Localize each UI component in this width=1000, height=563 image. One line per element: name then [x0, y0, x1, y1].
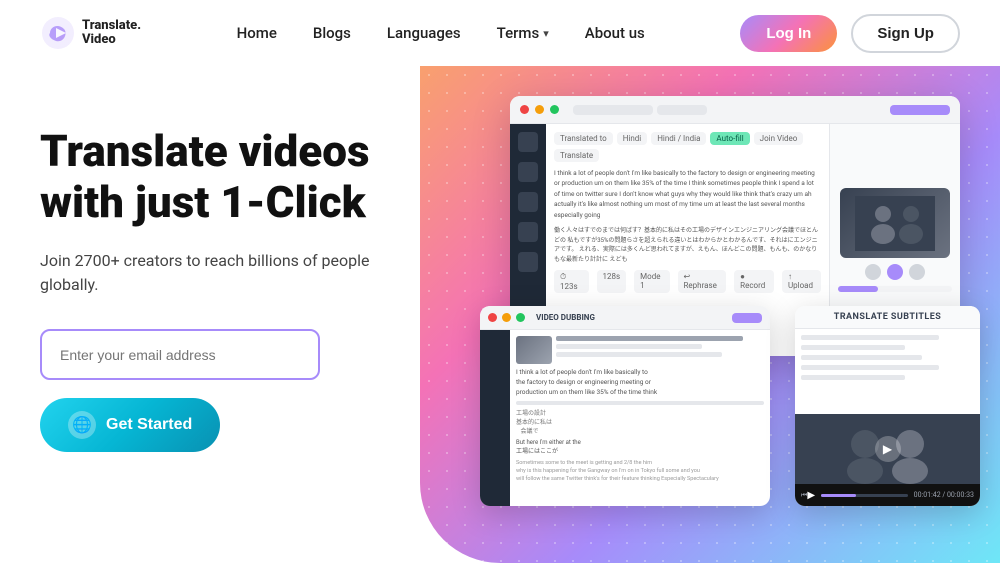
translate-progress-bar	[821, 494, 908, 497]
translate-text-line	[801, 335, 939, 340]
control-next-icon	[909, 264, 925, 280]
subtitle-window-bar: VIDEO DUBBING	[480, 306, 770, 330]
preview-video-thumbnail	[840, 188, 950, 258]
translate-progress-fill	[821, 494, 856, 497]
sidebar-item-icon	[518, 162, 538, 182]
preview-progress	[838, 286, 952, 292]
preview-controls	[865, 264, 925, 280]
hero-content: Translate videos with just 1-Click Join …	[40, 126, 410, 452]
window-minimize-dot	[535, 105, 544, 114]
toolbar-chip: Hindi / India	[651, 132, 706, 145]
nav-about[interactable]: About us	[585, 24, 645, 42]
translate-play-icon[interactable]: ▶	[875, 436, 901, 462]
translate-panel: TRANSLATE SUBTITLES ▶ ⏮	[795, 306, 980, 506]
subtitle-japanese-text: 工場の設計 基本的に私は 会議で	[516, 409, 764, 436]
translate-time-display: 00:01:42 / 00:00:33	[914, 491, 974, 499]
logo[interactable]: Translate. Video	[40, 15, 141, 51]
hero-title: Translate videos with just 1-Click	[40, 126, 410, 227]
nav-buttons: Log In Sign Up	[740, 14, 960, 53]
control-play-icon	[887, 264, 903, 280]
subtitle-window: VIDEO DUBBING I think a lot of	[480, 306, 770, 506]
subtitle-thumbnail	[516, 336, 552, 364]
subtitle-text-lines	[556, 336, 764, 360]
get-started-button[interactable]: 🌐 Get Started	[40, 398, 220, 452]
hero-section: Translate videos with just 1-Click Join …	[0, 66, 1000, 563]
nav-languages[interactable]: Languages	[387, 24, 461, 42]
window-maximize-dot	[550, 105, 559, 114]
subtitle-row	[516, 336, 764, 364]
editor-stats: ⏱ 123s 128s Mode 1 ↩ Rephrase ● Record ↑…	[554, 270, 821, 293]
subtitle-text-line	[556, 336, 743, 341]
subtitle-body: I think a lot of people don't I'm like b…	[480, 330, 770, 506]
nav-terms[interactable]: Terms ▾	[497, 24, 549, 42]
editor-text-japanese: 働く人々はすでのまでは何ばす？基本的に私はその工場のデザインエンジニアリング会議…	[554, 226, 821, 264]
app-mockup-area: Translated to Hindi Hindi / India Auto-f…	[480, 76, 980, 546]
nav-home[interactable]: Home	[237, 24, 277, 42]
stat-chip: Mode 1	[634, 270, 669, 293]
translate-bottom-bar: ⏮ ▶ 00:01:42 / 00:00:33	[795, 484, 980, 506]
subtitle-extra-text: Sometimes some to the meet is getting an…	[516, 460, 764, 483]
toolbar-chip: Translated to	[554, 132, 613, 145]
subtitle-text-line	[556, 352, 722, 357]
email-input-wrapper[interactable]	[40, 329, 320, 380]
subtitle-text-line	[556, 344, 702, 349]
subtitle-maximize-dot	[516, 313, 525, 322]
window-titlebar	[510, 96, 960, 124]
toolbar-chip: Auto-fill	[710, 132, 749, 145]
globe-icon: 🌐	[68, 411, 96, 439]
logo-icon	[40, 15, 76, 51]
control-prev-icon	[865, 264, 881, 280]
chevron-down-icon: ▾	[543, 27, 549, 40]
toolbar-chip: Hindi	[617, 132, 648, 145]
stat-chip: ⏱ 123s	[554, 270, 589, 293]
editor-text-english: I think a lot of people don't I'm like b…	[554, 168, 821, 220]
sidebar-item-icon	[518, 252, 538, 272]
subtitle-close-dot	[488, 313, 497, 322]
editor-toolbar: Translated to Hindi Hindi / India Auto-f…	[554, 132, 821, 162]
btn-record[interactable]: ● Record	[734, 270, 774, 293]
login-button[interactable]: Log In	[740, 15, 837, 52]
btn-rephrase[interactable]: ↩ Rephrase	[678, 270, 727, 293]
subtitle-content: I think a lot of people don't I'm like b…	[510, 330, 770, 506]
btn-upload[interactable]: ↑ Upload	[782, 270, 821, 293]
email-input[interactable]	[60, 347, 300, 363]
window-close-dot	[520, 105, 529, 114]
translate-text-line	[801, 375, 905, 380]
translate-panel-title: TRANSLATE SUBTITLES	[795, 306, 980, 329]
subtitle-main-text: I think a lot of people don't I'm like b…	[516, 368, 764, 397]
stat-chip: 128s	[597, 270, 627, 293]
sidebar-item-icon	[518, 132, 538, 152]
translate-text-line	[801, 355, 922, 360]
subtitle-window-title: VIDEO DUBBING	[536, 313, 727, 322]
sidebar-item-icon	[518, 222, 538, 242]
toolbar-chip: Translate	[554, 149, 599, 162]
translate-video-preview: ▶	[795, 414, 980, 484]
subtitle-action-chip	[732, 313, 762, 323]
hero-subtitle: Join 2700+ creators to reach billions of…	[40, 249, 410, 297]
nav-blogs[interactable]: Blogs	[313, 24, 351, 42]
sidebar-item-icon	[518, 192, 538, 212]
translate-text-line	[801, 365, 939, 370]
signup-button[interactable]: Sign Up	[851, 14, 960, 53]
logo-text: Translate. Video	[82, 19, 141, 48]
translate-play-btn[interactable]: ▶	[807, 490, 815, 501]
toolbar-chip: Join Video	[754, 132, 804, 145]
navbar: Translate. Video Home Blogs Languages Te…	[0, 0, 1000, 66]
nav-links: Home Blogs Languages Terms ▾ About us	[237, 24, 645, 42]
subtitle-sidebar	[480, 330, 510, 506]
translate-text-line	[801, 345, 905, 350]
subtitle-divider	[516, 401, 764, 405]
translate-panel-body	[795, 329, 980, 414]
subtitle-minimize-dot	[502, 313, 511, 322]
subtitle-body-text: But here I'm either at the 工場にはここが	[516, 438, 764, 456]
